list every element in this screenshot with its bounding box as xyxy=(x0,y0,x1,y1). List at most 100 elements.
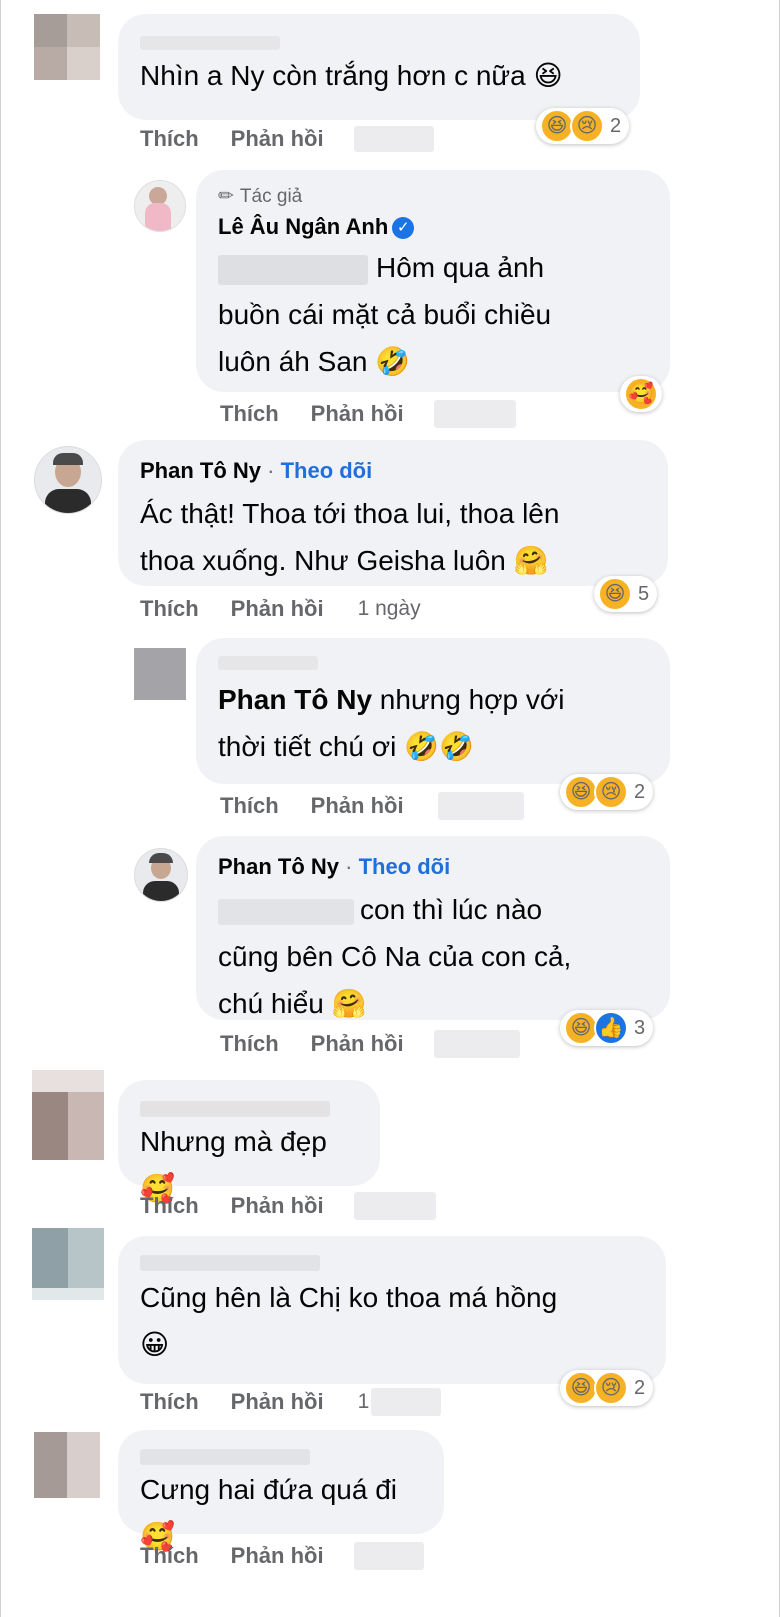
reaction-summary[interactable]: 😆 😢 2 xyxy=(536,108,630,144)
avatar[interactable] xyxy=(34,446,102,514)
comment-actions: Thích Phản hồi xyxy=(220,792,524,820)
commenter-name-blurred[interactable] xyxy=(140,1100,358,1118)
comment-actions: Thích Phản hồi xyxy=(140,126,434,152)
comment-bubble: Nhưng mà đẹp 🥰 xyxy=(118,1080,380,1204)
avatar[interactable] xyxy=(34,14,100,80)
reaction-summary[interactable]: 😆 😢 2 xyxy=(560,774,654,810)
sad-icon: 😢 xyxy=(594,1371,628,1405)
reply-button[interactable]: Phản hồi xyxy=(311,401,404,427)
haha-icon: 😆 xyxy=(564,775,598,809)
reply-button[interactable]: Phản hồi xyxy=(231,1193,324,1219)
comment-text-line: chú hiểu 🤗 xyxy=(218,988,367,1019)
comment-bubble: Cưng hai đứa quá đi 🥰 xyxy=(118,1430,444,1552)
verified-badge-icon: ✓ xyxy=(392,217,415,240)
comment-actions: Thích Phản hồi xyxy=(140,1192,436,1220)
like-button[interactable]: Thích xyxy=(140,126,199,152)
comment-bubble: Phan Tô Ny nhưng hợp với thời tiết chú ơ… xyxy=(196,638,670,784)
timestamp[interactable]: 1 ngày xyxy=(358,597,421,621)
reply-button[interactable]: Phản hồi xyxy=(231,1543,324,1569)
pencil-icon: ✏ xyxy=(218,186,234,207)
like-button[interactable]: Thích xyxy=(220,401,279,427)
commenter-name-blurred[interactable] xyxy=(140,34,618,52)
comment-actions: Thích Phản hồi xyxy=(140,1542,424,1570)
like-button[interactable]: Thích xyxy=(140,1543,199,1569)
author-badge: ✏ Tác giả xyxy=(218,184,648,210)
comment-actions: Thích Phản hồi xyxy=(220,400,516,428)
reply-button[interactable]: Phản hồi xyxy=(231,126,324,152)
avatar[interactable] xyxy=(32,1228,104,1300)
reaction-count: 3 xyxy=(634,1016,646,1039)
comment-text-line: Cũng hên là Chị ko thoa má hồng xyxy=(140,1282,558,1313)
timestamp-blurred[interactable] xyxy=(433,1030,520,1058)
comment-text-line: buồn cái mặt cả buổi chiều xyxy=(218,299,552,330)
reaction-summary[interactable]: 🥰 xyxy=(620,376,662,412)
mention-blurred[interactable] xyxy=(218,898,354,925)
commenter-name-blurred[interactable] xyxy=(140,1448,422,1466)
follow-link[interactable]: Theo dõi xyxy=(359,854,451,879)
reaction-count: 2 xyxy=(634,1376,646,1399)
mention-link[interactable]: Phan Tô Ny xyxy=(218,684,372,715)
comment-bubble: ✏ Tác giả Lê Âu Ngân Anh ✓ Hôm qua ảnh bu… xyxy=(196,170,670,392)
commenter-name[interactable]: Phan Tô Ny xyxy=(218,854,339,879)
comment-bubble: Phan Tô Ny · Theo dõi con thì lúc nào cũ… xyxy=(196,836,670,1020)
like-button[interactable]: Thích xyxy=(220,793,279,819)
timestamp-partial[interactable]: 1 xyxy=(358,1390,370,1414)
comment-actions: Thích Phản hồi 1 ngày xyxy=(140,596,421,622)
reaction-summary[interactable]: 😆 😢 2 xyxy=(560,1370,654,1406)
like-button[interactable]: Thích xyxy=(140,596,199,622)
mention-blurred[interactable] xyxy=(218,254,368,285)
comment-bubble: Cũng hên là Chị ko thoa má hồng 😀 xyxy=(118,1236,666,1384)
avatar[interactable] xyxy=(134,848,188,902)
comment-text-line: 😀 xyxy=(140,1329,170,1360)
reaction-count: 2 xyxy=(610,114,622,137)
like-button[interactable]: Thích xyxy=(220,1031,279,1057)
comment-text-line: con thì lúc nào xyxy=(360,894,543,925)
reaction-count: 5 xyxy=(638,582,650,605)
comment-text-line: thoa xuống. Như Geisha luôn 🤗 xyxy=(140,545,549,576)
haha-icon: 😆 xyxy=(540,109,574,143)
author-tag-label: Tác giả xyxy=(239,186,303,207)
follow-link[interactable]: Theo dõi xyxy=(281,458,373,483)
sad-icon: 😢 xyxy=(594,775,628,809)
timestamp-blurred[interactable] xyxy=(437,792,524,820)
comment-text-line: Hôm qua ảnh xyxy=(376,252,545,283)
reply-button[interactable]: Phản hồi xyxy=(231,1389,324,1415)
comment-text-line: cũng bên Cô Na của con cả, xyxy=(218,941,572,972)
avatar[interactable] xyxy=(32,1070,104,1160)
like-icon: 👍 xyxy=(594,1011,628,1045)
comment-bubble: Nhìn a Ny còn trắng hơn c nữa 😆 xyxy=(118,14,640,120)
timestamp-blurred[interactable] xyxy=(353,1192,436,1220)
timestamp-blurred[interactable] xyxy=(353,126,434,152)
comment-text: Nhìn a Ny còn trắng hơn c nữa 😆 xyxy=(140,60,563,91)
reaction-summary[interactable]: 😆 👍 3 xyxy=(560,1010,654,1046)
commenter-name[interactable]: Phan Tô Ny xyxy=(140,458,261,483)
commenter-name[interactable]: Lê Âu Ngân Anh xyxy=(218,214,388,239)
commenter-name-blurred[interactable] xyxy=(218,654,648,672)
haha-icon: 😆 xyxy=(564,1371,598,1405)
timestamp-blurred[interactable] xyxy=(433,400,516,428)
comment-text-line: luôn áh San 🤣 xyxy=(218,346,411,377)
sad-icon: 😢 xyxy=(570,109,604,143)
comment-text-line: nhưng hợp với xyxy=(379,684,565,715)
reply-button[interactable]: Phản hồi xyxy=(231,596,324,622)
reaction-count: 2 xyxy=(634,780,646,803)
haha-icon: 😆 xyxy=(564,1011,598,1045)
haha-icon: 😆 xyxy=(598,577,632,611)
reply-button[interactable]: Phản hồi xyxy=(311,1031,404,1057)
avatar[interactable] xyxy=(34,1432,100,1498)
comment-bubble: Phan Tô Ny · Theo dõi Ác thật! Thoa tới … xyxy=(118,440,668,586)
comment-text-line: thời tiết chú ơi 🤣🤣 xyxy=(218,731,474,762)
timestamp-blurred[interactable] xyxy=(353,1542,424,1570)
timestamp-blurred xyxy=(371,1388,442,1416)
comment-text-line: Ác thật! Thoa tới thoa lui, thoa lên xyxy=(140,498,560,529)
avatar[interactable] xyxy=(134,648,186,700)
comment-actions: Thích Phản hồi xyxy=(220,1030,520,1058)
commenter-name-blurred[interactable] xyxy=(140,1254,644,1272)
like-button[interactable]: Thích xyxy=(140,1389,199,1415)
care-icon: 🥰 xyxy=(624,377,658,411)
avatar[interactable] xyxy=(134,180,186,232)
comment-actions: Thích Phản hồi 1 xyxy=(140,1388,442,1416)
like-button[interactable]: Thích xyxy=(140,1193,199,1219)
reply-button[interactable]: Phản hồi xyxy=(311,793,404,819)
reaction-summary[interactable]: 😆 5 xyxy=(594,576,658,612)
